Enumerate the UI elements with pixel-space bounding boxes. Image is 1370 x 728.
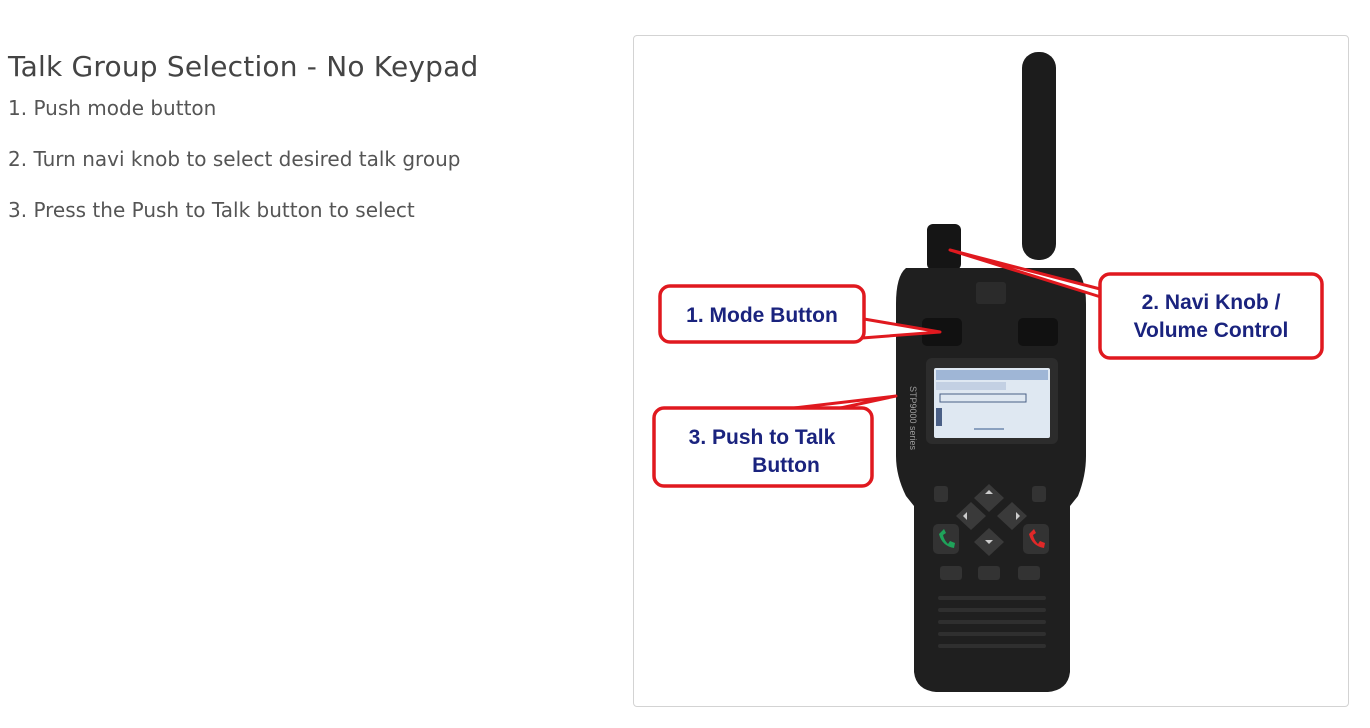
- key-small-right: [1032, 486, 1046, 502]
- key-small-left: [934, 486, 948, 502]
- device-brand-text: STP9000 series: [908, 386, 918, 451]
- speaker-slot: [938, 596, 1046, 600]
- step-item-2: 2. Turn navi knob to select desired talk…: [8, 147, 461, 171]
- side-button: [1018, 318, 1058, 346]
- speaker-slot: [938, 644, 1046, 648]
- antenna: [1022, 52, 1056, 260]
- softkey-2: [978, 566, 1000, 580]
- softkey-1: [940, 566, 962, 580]
- radio-illustration-frame: STP9000 series 1. Mode Button 2. Navi Kn…: [633, 35, 1349, 707]
- softkey-3: [1018, 566, 1040, 580]
- navi-knob-callout-line2: Volume Control: [1134, 319, 1289, 342]
- step-item-3: 3. Press the Push to Talk button to sele…: [8, 198, 415, 222]
- call-accept-key: [933, 524, 959, 554]
- page-title: Talk Group Selection - No Keypad: [8, 50, 479, 83]
- speaker-slot: [938, 632, 1046, 636]
- screen-side-icons: [936, 408, 942, 426]
- top-grille: [976, 282, 1006, 304]
- navi-knob-callout: [1098, 272, 1324, 360]
- navi-knob: [927, 224, 961, 270]
- navi-knob-callout-line1: 2. Navi Knob /: [1142, 291, 1281, 314]
- ptt-callout-line1: 3. Push to Talk: [689, 426, 836, 449]
- call-end-key: [1023, 524, 1049, 554]
- screen-footer-line: [974, 428, 1004, 430]
- step-item-1: 1. Push mode button: [8, 96, 217, 120]
- speaker-slot: [938, 608, 1046, 612]
- speaker-slot: [938, 620, 1046, 624]
- instructions-panel: Talk Group Selection - No Keypad 1. Push…: [8, 47, 608, 248]
- radio-illustration: STP9000 series 1. Mode Button 2. Navi Kn…: [652, 52, 1324, 692]
- mode-button-callout-label: 1. Mode Button: [686, 304, 838, 327]
- step-list: 1. Push mode button 2. Turn navi knob to…: [8, 95, 608, 223]
- screen-header-bar: [936, 370, 1048, 380]
- ptt-callout-line2: Button: [752, 454, 820, 477]
- screen-row: [936, 382, 1006, 390]
